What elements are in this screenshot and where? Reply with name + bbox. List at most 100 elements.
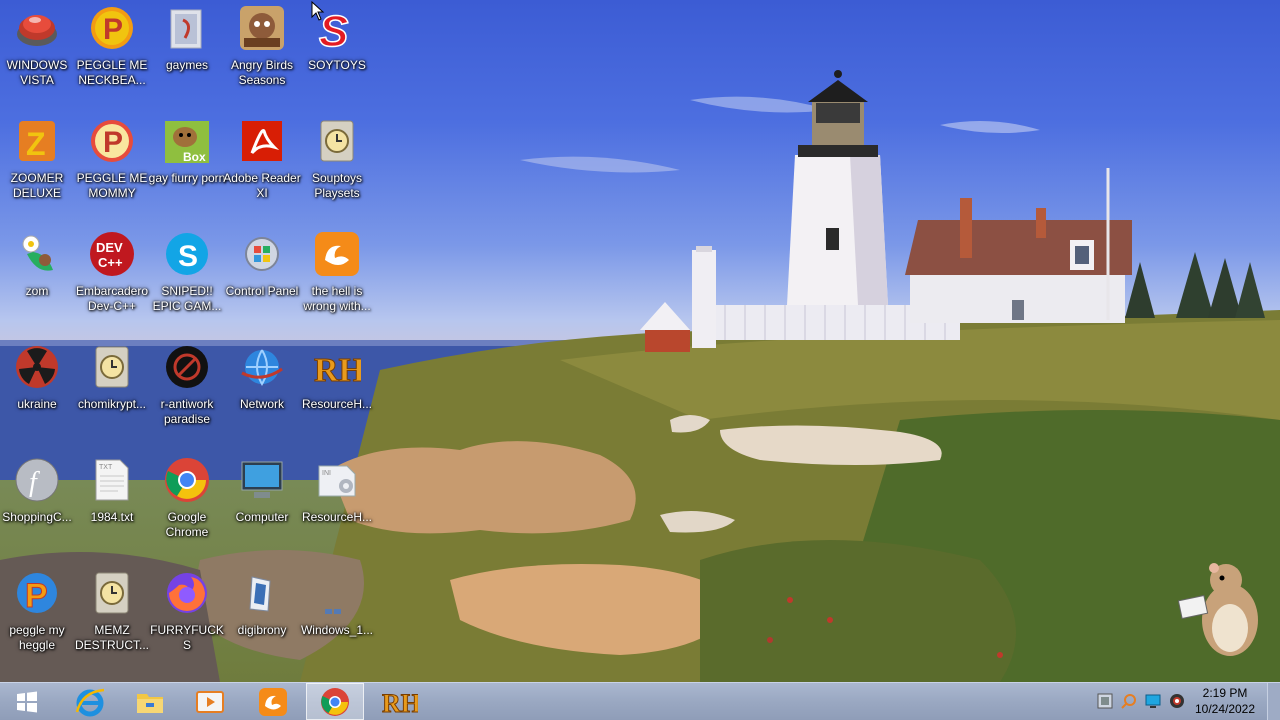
desktop-icon-label: Computer	[235, 510, 289, 524]
desktop-icon-label: Adobe Reader XI	[223, 171, 301, 200]
show-desktop-button[interactable]	[1267, 683, 1280, 720]
desktop-icon-label: ukraine	[17, 397, 57, 411]
desktop-icon-label: Control Panel	[225, 284, 299, 298]
display-icon[interactable]	[1145, 693, 1161, 709]
peggle-icon: P	[91, 7, 133, 49]
tray-app-icon[interactable]	[1097, 693, 1113, 709]
hamster-desktop-pet[interactable]	[1178, 558, 1264, 662]
desktop-icon-label: 1984.txt	[90, 510, 134, 524]
desktop-icon-label: chomikrypt...	[77, 397, 146, 411]
desktop-icon-label: Embarcadero Dev-C++	[75, 284, 149, 313]
box-gopher-icon: Box	[165, 121, 209, 164]
desktop-icon-antiwork[interactable]: r-antiwork paradise	[150, 339, 224, 447]
taskbar-item-uc-browser[interactable]	[244, 683, 302, 720]
desktop-icon-label: gaymes	[165, 58, 209, 72]
desktop-icon-zoomer-deluxe[interactable]: Z ZOOMER DELUXE	[0, 113, 74, 221]
zom-icon	[22, 235, 53, 271]
desktop-icon-label: WINDOWS VISTA	[6, 58, 68, 87]
control-panel-icon	[245, 237, 279, 271]
radiation-icon	[16, 346, 58, 388]
peggle-p-icon: P	[17, 573, 57, 616]
desktop: WINDOWS VISTA P PEGGLE ME NECKBEA... gay…	[0, 0, 1280, 682]
zoomer-icon: Z	[19, 121, 55, 162]
adobe-reader-icon	[242, 121, 282, 161]
desktop-icon-sniped[interactable]: S SNIPED!! EPIC GAM...	[150, 226, 224, 334]
desktop-icon-label: ShoppingC...	[2, 510, 72, 524]
taskbar-clock[interactable]: 2:19 PM 10/24/2022	[1190, 685, 1260, 717]
windows-logo-icon	[325, 609, 341, 614]
windows-start-icon	[17, 691, 37, 713]
desktop-icon-windows-vista[interactable]: WINDOWS VISTA	[0, 0, 74, 108]
desktop-icon-resourceh-1[interactable]: RH ResourceH...	[300, 339, 374, 447]
desktop-icon-souptoys[interactable]: Souptoys Playsets	[300, 113, 374, 221]
folder-icon	[170, 9, 202, 49]
desktop-icon-network[interactable]: Network	[225, 339, 299, 447]
desktop-icon-label: SOYTOYS	[308, 58, 366, 72]
svg-text:Box: Box	[183, 150, 206, 164]
windows-vista-icon	[17, 15, 57, 46]
desktop-icon-label: Windows_1...	[300, 623, 374, 637]
desktop-icon-resourceh-2[interactable]: INI ResourceH...	[300, 452, 374, 560]
clock-date: 10/24/2022	[1194, 702, 1256, 716]
desktop-icon-label: gay fiurry porn	[148, 171, 226, 185]
desktop-icon-angry-birds[interactable]: Angry Birds Seasons	[225, 0, 299, 108]
desktop-icon-furryfucks[interactable]: FURRYFUCKS	[150, 565, 224, 673]
desktop-icon-control-panel[interactable]: Control Panel	[225, 226, 299, 334]
start-button[interactable]	[0, 683, 52, 720]
desktop-icon-ukraine[interactable]: ukraine	[0, 339, 74, 447]
ie-icon	[75, 688, 105, 717]
network-icon	[241, 349, 283, 386]
svg-text:P: P	[25, 577, 48, 615]
folder-icon	[137, 694, 163, 713]
taskbar-item-file-explorer[interactable]	[121, 683, 179, 720]
antiwork-icon	[166, 346, 208, 388]
search-icon[interactable]	[1121, 693, 1137, 709]
desktop-icon-label: Souptoys Playsets	[311, 171, 363, 200]
svg-text:P: P	[103, 126, 123, 159]
desktop-icon-shopping[interactable]: f ShoppingC...	[0, 452, 74, 560]
taskbar-item-media-player[interactable]	[181, 683, 239, 720]
svg-text:TXT: TXT	[99, 464, 113, 471]
chrome-icon	[321, 688, 349, 716]
desktop-icon-devcpp[interactable]: DEV C++ Embarcadero Dev-C++	[75, 226, 149, 334]
desktop-icon-adobe-reader[interactable]: Adobe Reader XI	[223, 113, 301, 221]
desktop-icon-google-chrome[interactable]: Google Chrome	[150, 452, 224, 560]
desktop-icon-label: MEMZ DESTRUCT...	[74, 623, 149, 652]
desktop-icon-label: Network	[239, 397, 284, 411]
desktop-icon-peggle-heggle[interactable]: P peggle my heggle	[0, 565, 74, 673]
desktop-icon-zom[interactable]: zom	[0, 226, 74, 334]
clock-file-icon	[95, 346, 129, 388]
desktop-icon-computer[interactable]: Computer	[225, 452, 299, 560]
svg-text:S: S	[178, 240, 198, 273]
devcpp-icon: DEVC++	[90, 232, 134, 276]
desktop-icon-gay-fiurry[interactable]: Box gay fiurry porn	[148, 113, 226, 221]
media-player-icon	[196, 691, 224, 713]
digibrony-icon	[249, 576, 271, 612]
desktop-icon-windows-1[interactable]: Windows_1...	[300, 565, 374, 673]
desktop-icon-the-hell[interactable]: the hell is wrong with...	[300, 226, 374, 334]
desktop-icon-peggle-neckbeard[interactable]: P PEGGLE ME NECKBEA...	[75, 0, 149, 108]
firefox-icon	[167, 573, 207, 613]
taskbar-item-internet-explorer[interactable]	[61, 683, 119, 720]
desktop-icon-label: ResourceH...	[301, 510, 373, 524]
taskbar-item-google-chrome[interactable]	[306, 683, 364, 720]
volume-icon[interactable]	[1169, 693, 1185, 709]
desktop-icon-gaymes[interactable]: gaymes	[150, 0, 224, 108]
desktop-icon-chomikrypt[interactable]: chomikrypt...	[75, 339, 149, 447]
system-tray: 2:19 PM 10/24/2022	[1090, 683, 1280, 720]
clock-file-icon	[95, 572, 129, 614]
uc-browser-icon	[315, 232, 359, 276]
clock-time: 2:19 PM	[1202, 686, 1248, 700]
svg-text:Z: Z	[26, 126, 46, 162]
desktop-icon-digibrony[interactable]: digibrony	[225, 565, 299, 673]
desktop-icon-1984-txt[interactable]: TXT 1984.txt	[75, 452, 149, 560]
text-file-icon: TXT	[95, 459, 129, 501]
resource-hacker-icon: RH	[314, 352, 362, 390]
uc-browser-icon	[259, 688, 287, 716]
desktop-icon-label: r-antiwork paradise	[160, 397, 214, 426]
desktop-icon-label: Google Chrome	[165, 510, 209, 539]
desktop-icon-memz[interactable]: MEMZ DESTRUCT...	[75, 565, 149, 673]
desktop-icon-label: digibrony	[237, 623, 287, 637]
desktop-icon-peggle-mommy[interactable]: P PEGGLE ME MOMMY	[75, 113, 149, 221]
taskbar-item-resource-hacker[interactable]: RH	[369, 683, 427, 720]
